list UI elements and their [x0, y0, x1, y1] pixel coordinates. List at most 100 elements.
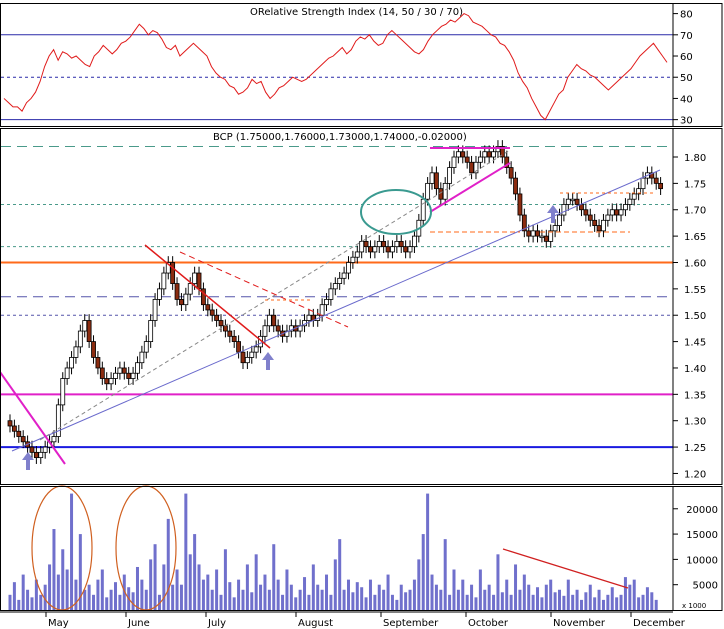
volume-tick-label: 15000 — [686, 530, 718, 541]
price-tick-label: 1.50 — [684, 311, 706, 322]
price-tick-label: 1.45 — [684, 338, 706, 349]
volume-bar — [448, 594, 452, 610]
candle — [60, 378, 66, 406]
volume-bar — [56, 574, 60, 610]
volume-bar — [39, 594, 43, 610]
volume-bar — [245, 564, 249, 610]
volume-bar — [509, 594, 513, 610]
volume-bar — [505, 579, 509, 610]
candle — [121, 367, 127, 374]
candle — [535, 230, 540, 237]
candle — [148, 320, 154, 342]
volume-decline-line — [502, 548, 629, 589]
volume-bar — [426, 493, 430, 610]
volume-bar — [615, 597, 619, 610]
candle — [403, 246, 409, 253]
volume-bar — [544, 584, 548, 610]
candle — [561, 204, 567, 216]
volume-bar — [465, 594, 469, 610]
candle — [368, 246, 373, 253]
volume-bar — [87, 584, 91, 610]
candle — [372, 246, 378, 253]
rsi-title: ORelative Strength Index (14, 50 / 30 / … — [250, 7, 463, 18]
volume-bar — [637, 597, 641, 610]
candle — [227, 330, 233, 337]
support-arrow-icon — [262, 352, 274, 370]
volume-bar — [514, 564, 518, 610]
price-frame — [0, 128, 674, 485]
volume-bar — [377, 584, 381, 610]
candle — [491, 151, 496, 158]
volume-bar — [351, 592, 355, 610]
candle — [376, 240, 382, 248]
volume-bar — [483, 589, 487, 610]
candle — [526, 230, 532, 237]
candle — [592, 219, 598, 226]
rsi-frame — [0, 3, 674, 127]
volume-bar — [346, 579, 350, 610]
volume-bar — [360, 587, 364, 610]
candle — [328, 288, 334, 300]
volume-bar — [114, 582, 118, 610]
candle — [319, 304, 325, 316]
volume-bar — [439, 589, 443, 610]
volume-bar — [61, 549, 65, 610]
volume-bar — [140, 579, 144, 610]
volume-bar — [17, 599, 21, 610]
candle — [152, 299, 158, 321]
rsi-tick-label: 80 — [680, 10, 693, 21]
candle — [574, 198, 580, 205]
volume-tick-label: 5000 — [693, 581, 718, 592]
candle — [579, 204, 584, 211]
price-tick-label: 1.25 — [684, 443, 706, 454]
volume-bar — [404, 592, 408, 610]
volume-bar — [329, 594, 333, 610]
candle — [69, 357, 74, 369]
volume-bar — [390, 594, 394, 610]
candle — [143, 341, 149, 353]
volume-bar — [654, 599, 658, 610]
candle — [618, 209, 624, 216]
consolidation-ellipse — [360, 189, 432, 235]
candle — [385, 246, 391, 253]
price-tick-label: 1.60 — [684, 258, 706, 269]
rsi-tick-label: 60 — [680, 52, 693, 63]
dashed-trendline — [39, 149, 511, 441]
x-axis: May June July August September October Novembe… — [0, 611, 686, 629]
rising-trendline — [11, 169, 661, 452]
volume-bar — [109, 589, 113, 610]
volume-bar — [399, 584, 403, 610]
volume-bar — [294, 597, 298, 610]
candle — [187, 283, 193, 295]
price-tick-label: 1.55 — [684, 285, 706, 296]
candle — [86, 320, 92, 342]
volume-bar — [289, 584, 293, 610]
candle — [605, 214, 611, 221]
price-tick-label: 1.75 — [684, 179, 706, 190]
candle — [570, 198, 576, 202]
candle — [517, 193, 523, 216]
volume-bar — [430, 574, 434, 610]
volume-bar — [443, 539, 447, 610]
candle — [161, 272, 167, 290]
candle — [583, 209, 589, 216]
volume-bar — [421, 534, 425, 610]
candle — [11, 425, 17, 432]
volume-bar — [408, 589, 412, 610]
volume-bar — [272, 544, 276, 610]
volume-bar — [650, 592, 654, 610]
candle — [412, 235, 417, 248]
candle — [253, 346, 259, 353]
candle — [539, 235, 545, 239]
volume-scale-label: x 1000 — [682, 602, 706, 610]
volume-bar — [412, 579, 416, 610]
candle — [346, 262, 351, 274]
price-tick-label: 1.80 — [684, 153, 706, 164]
candle — [231, 335, 237, 343]
volume-bar — [364, 597, 368, 610]
candle — [341, 272, 347, 279]
volume-bar — [96, 579, 100, 610]
volume-bar — [606, 594, 610, 610]
volume-bar — [237, 579, 241, 610]
candle — [482, 151, 488, 158]
